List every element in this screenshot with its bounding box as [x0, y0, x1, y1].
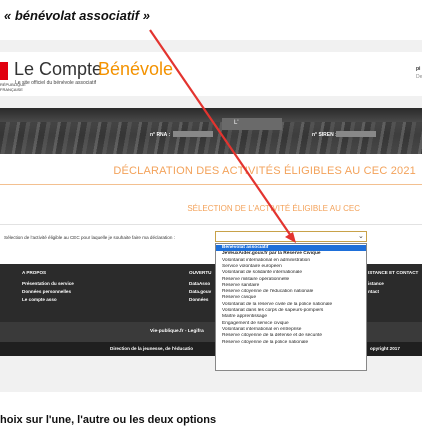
title-divider [0, 184, 422, 185]
footer-link-compte-asso[interactable]: Le compte asso [22, 297, 57, 302]
siren-label: n° SIREN : [312, 132, 337, 138]
footer-link-dataasso[interactable]: DataAsso [189, 281, 210, 286]
header-user-name[interactable]: pi [416, 66, 420, 72]
brand-subtitle: Le site officiel du bénévole associatif [15, 80, 97, 86]
footer-link-contact[interactable]: ntact [368, 289, 379, 294]
association-name: L' [234, 120, 239, 126]
rna-label: n° RNA : [150, 132, 171, 138]
footer-heading-about: A PROPOS [22, 270, 47, 275]
footer-direction-text: Direction de la jeunesse, de l'éducatio [110, 346, 194, 351]
footer-heading-contact: ISTANCE ET CONTACT [368, 270, 419, 275]
footer-link-donnees[interactable]: Données [189, 297, 208, 302]
banner-image [0, 122, 422, 154]
siren-value-redacted [336, 131, 376, 137]
page-title-text: DÉCLARATION DES ACTIVITÉS ÉLIGIBLES AU C… [113, 165, 416, 177]
brand-title-part2[interactable]: Bénévole [98, 59, 173, 80]
association-name-card [222, 118, 282, 130]
page-title: DÉCLARATION DES ACTIVITÉS ÉLIGIBLES AU C… [0, 165, 422, 177]
section-title: SÉLECTION DE L'ACTIVITÉ ÉLIGIBLE AU CEC [0, 204, 422, 213]
activity-select-label: Sélection de l'activité éligible au CEC … [4, 235, 175, 240]
footer-copyright: opyright 2017 [370, 346, 400, 351]
header-user-link[interactable]: De [416, 74, 422, 80]
section-divider [0, 224, 422, 225]
footer-link-presentation[interactable]: Présentation du service [22, 281, 74, 286]
footer-link-personal-data[interactable]: Données personnelles [22, 289, 71, 294]
dropdown-option[interactable]: Réserve citoyenne de la police nationale [216, 340, 366, 346]
article-text: hoix sur l'une, l'autre ou les deux opti… [0, 414, 217, 426]
footer-link-datagouv[interactable]: Data.gouv [189, 289, 211, 294]
republique-text: RÉPUBLIQUE FRANÇAISE [0, 82, 26, 92]
section-title-text: SÉLECTION DE L'ACTIVITÉ ÉLIGIBLE AU CEC [187, 204, 360, 213]
chevron-down-icon[interactable]: ⌄ [358, 232, 364, 240]
activity-dropdown-list: Bénévolat associatif JeVeuxAider.gouv.fr … [215, 243, 367, 371]
footer-link-vie-publique[interactable]: Vie-publique.fr - Legifra [150, 329, 204, 334]
footer-heading-open-data: OUVERTU [189, 270, 212, 275]
republique-logo-icon [0, 62, 8, 80]
rna-value-redacted [173, 131, 213, 137]
activity-select[interactable] [215, 231, 367, 242]
annotation-caption: « bénévolat associatif » [4, 8, 150, 23]
footer-link-assistance[interactable]: istance [368, 281, 384, 286]
brand-title-part1[interactable]: Le Compte [14, 59, 102, 80]
